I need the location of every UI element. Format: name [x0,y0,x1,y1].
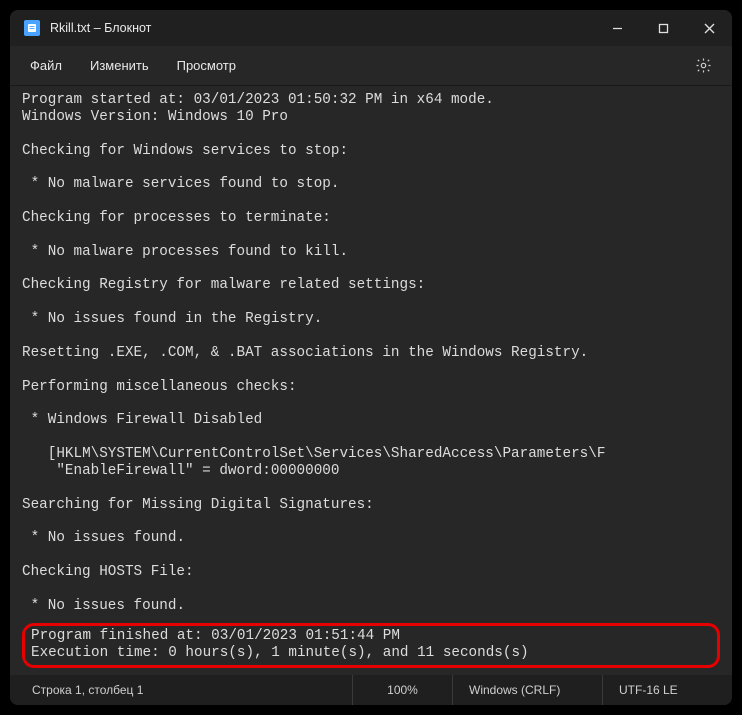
titlebar[interactable]: Rkill.txt – Блокнот [10,10,732,46]
status-cursor[interactable]: Строка 1, столбец 1 [10,675,352,705]
app-icon [24,20,40,36]
status-zoom[interactable]: 100% [352,675,452,705]
menu-edit[interactable]: Изменить [76,52,163,79]
window-title: Rkill.txt – Блокнот [50,21,594,35]
status-encoding[interactable]: UTF-16 LE [602,675,732,705]
settings-button[interactable] [686,49,720,83]
text-area[interactable]: Program started at: 03/01/2023 01:50:32 … [10,86,732,675]
menubar: Файл Изменить Просмотр [10,46,732,86]
menu-view[interactable]: Просмотр [163,52,250,79]
notepad-window: Rkill.txt – Блокнот Файл Изменить Просмо… [10,10,732,705]
minimize-button[interactable] [594,10,640,46]
menu-file[interactable]: Файл [16,52,76,79]
document-text: Program started at: 03/01/2023 01:50:32 … [22,92,720,668]
window-controls [594,10,732,46]
highlight-annotation: Program finished at: 03/01/2023 01:51:44… [22,623,720,669]
status-eol[interactable]: Windows (CRLF) [452,675,602,705]
gear-icon [695,57,712,74]
close-button[interactable] [686,10,732,46]
statusbar: Строка 1, столбец 1 100% Windows (CRLF) … [10,675,732,705]
maximize-button[interactable] [640,10,686,46]
